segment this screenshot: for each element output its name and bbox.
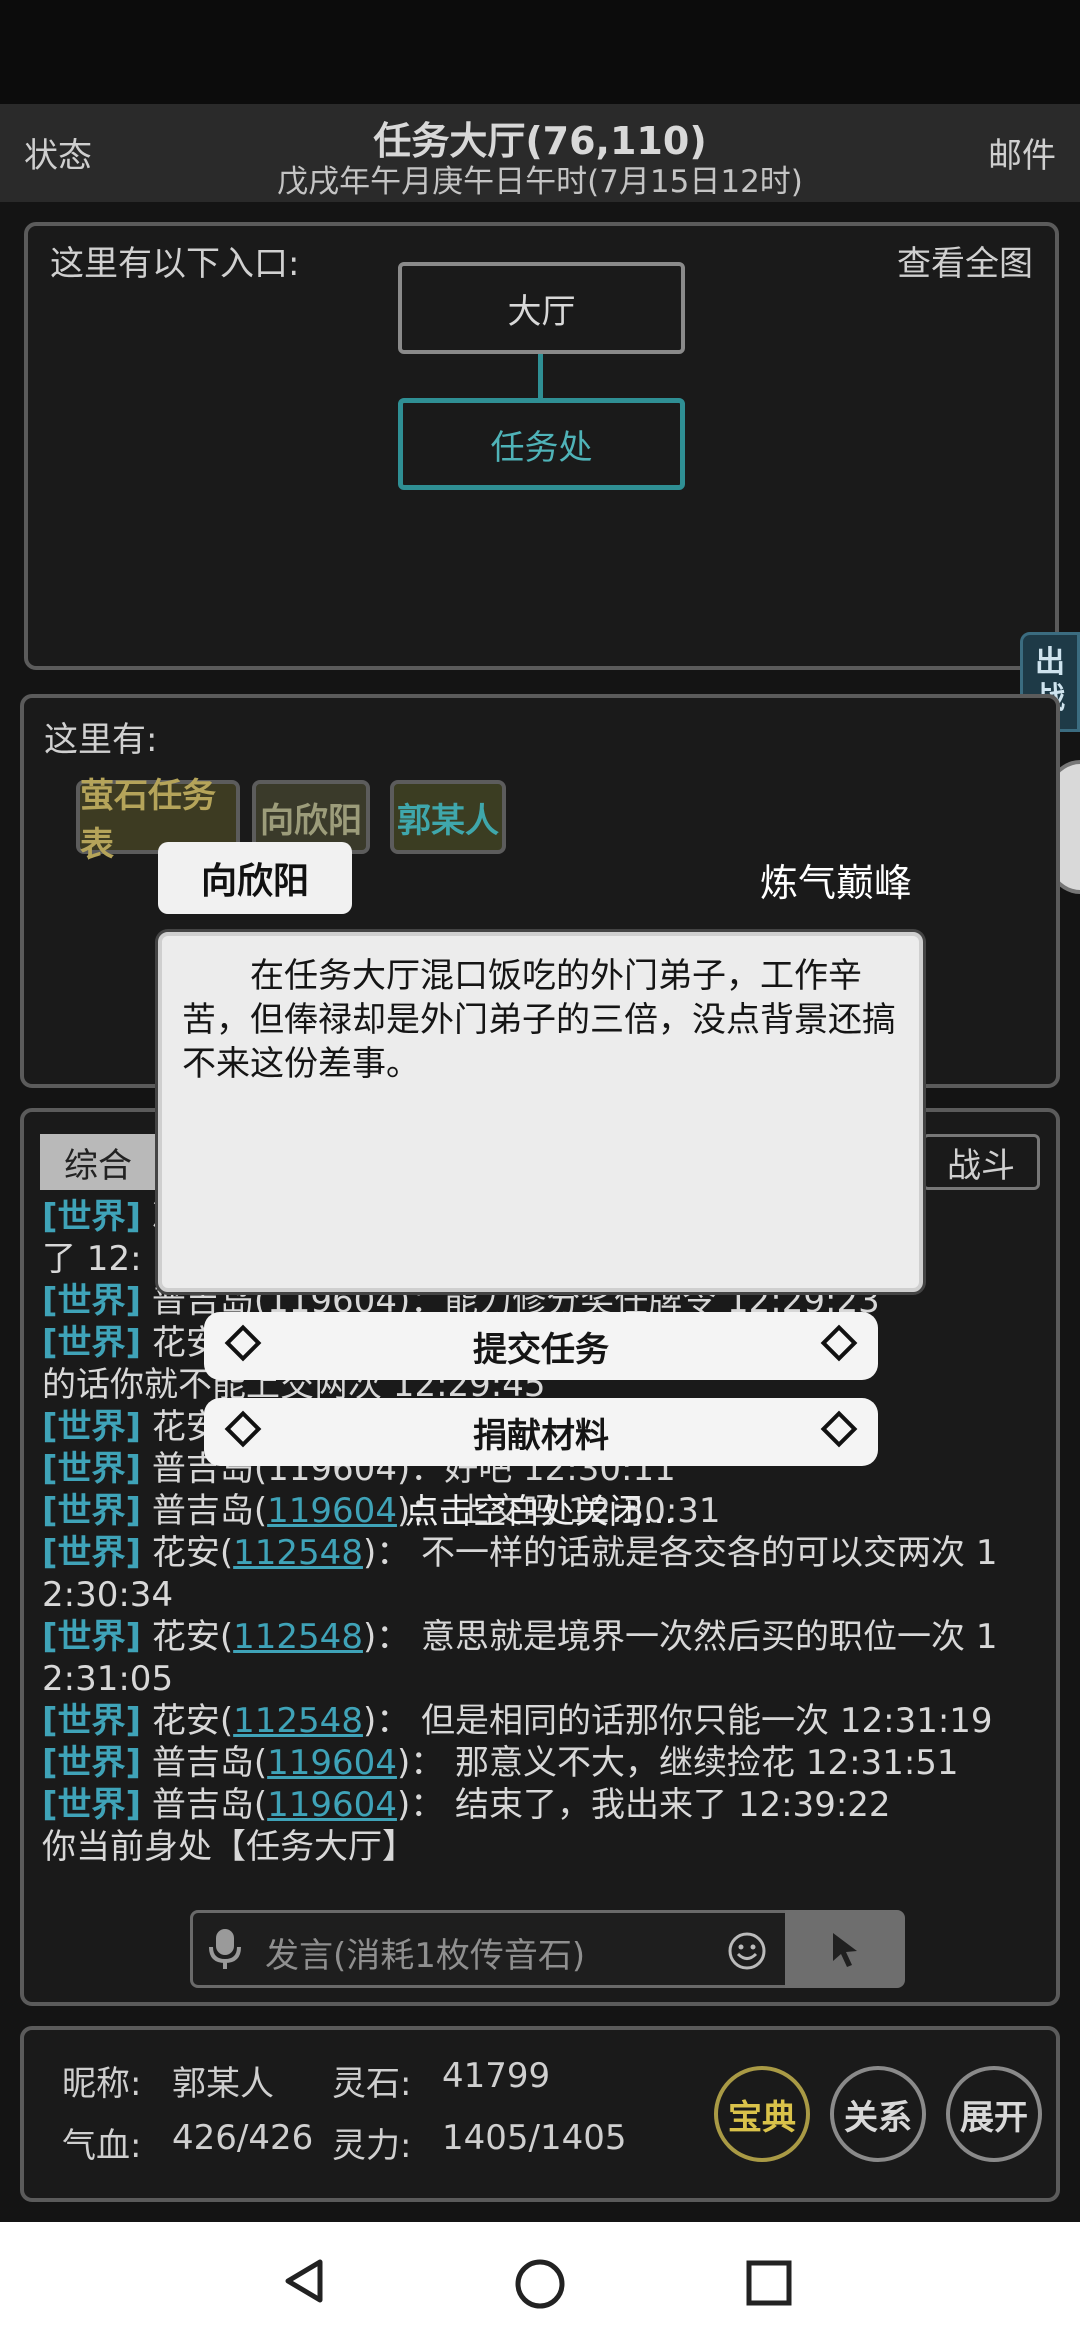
submit-task-option[interactable]: 提交任务: [204, 1312, 878, 1380]
chat-text: 但是相同的话那你只能一次 12:31:19: [421, 1701, 993, 1741]
diamond-right-icon: [820, 1410, 858, 1448]
user-id-link[interactable]: 112548: [233, 1701, 363, 1741]
chat-line: 2:31:05: [42, 1658, 1042, 1700]
channel-tag: [世界]: [42, 1785, 142, 1825]
map-node-hall[interactable]: 大厅: [398, 262, 685, 354]
chat-text: 意思就是境界一次然后买的职位一次 1: [421, 1617, 998, 1657]
chat-text: 花安(: [151, 1617, 234, 1657]
chat-text: 那意义不大，继续捡花 12:31:51: [455, 1743, 959, 1783]
spirit-stone-label: 灵石:: [332, 2064, 412, 2104]
chat-text: )：: [362, 1617, 411, 1657]
hp-label: 气血:: [62, 2126, 142, 2166]
chat-text: )：: [396, 1785, 445, 1825]
channel-tag: [世界]: [42, 1743, 142, 1783]
chat-line: 2:30:34: [42, 1574, 1042, 1616]
chat-text: 2:31:05: [42, 1659, 174, 1699]
submit-task-label: 提交任务: [473, 1329, 609, 1370]
chat-line: 你当前身处【任务大厅】: [42, 1826, 1042, 1868]
channel-tag: [世界]: [42, 1407, 142, 1447]
mail-button[interactable]: 邮件: [988, 128, 1056, 177]
map-connector: [538, 354, 543, 398]
channel-tag: [世界]: [42, 1197, 142, 1237]
codex-button[interactable]: 宝典: [714, 2066, 810, 2162]
expand-button[interactable]: 展开: [946, 2066, 1042, 2162]
relations-button[interactable]: 关系: [830, 2066, 926, 2162]
game-date: 戊戌年午月庚午日午时(7月15日12时): [277, 164, 803, 200]
entrance-label: 这里有以下入口:: [50, 244, 300, 284]
chat-text: 2:30:34: [42, 1575, 174, 1615]
chat-text: 了 12:: [42, 1239, 142, 1279]
here-label: 这里有:: [44, 720, 158, 760]
user-id-link[interactable]: 119604: [267, 1743, 397, 1783]
chat-text: )：: [362, 1701, 411, 1741]
diamond-left-icon: [224, 1410, 262, 1448]
chat-line: [世界] 花安(112548)： 意思就是境界一次然后买的职位一次 1: [42, 1616, 1042, 1658]
diamond-right-icon: [820, 1324, 858, 1362]
back-icon[interactable]: [280, 2256, 330, 2306]
channel-tag: [世界]: [42, 1617, 142, 1657]
channel-tag: [世界]: [42, 1281, 142, 1321]
user-id-link[interactable]: 119604: [267, 1785, 397, 1825]
chat-input-placeholder: 发言(消耗1枚传音石): [265, 1936, 586, 1976]
channel-tag: [世界]: [42, 1701, 142, 1741]
chat-line: [世界] 花安(112548)： 不一样的话就是各交各的可以交两次 1: [42, 1532, 1042, 1574]
npc-cultivation-rank: 炼气巅峰: [760, 861, 913, 905]
channel-tag: [世界]: [42, 1533, 142, 1573]
chat-text: 结束了，我出来了 12:39:22: [455, 1785, 891, 1825]
user-id-link[interactable]: 112548: [233, 1533, 363, 1573]
channel-tag: [世界]: [42, 1449, 142, 1489]
chat-text: 普吉岛(: [151, 1785, 268, 1825]
chat-text: )：: [362, 1533, 411, 1573]
mp-value: 1405/1405: [442, 2118, 627, 2158]
send-arrow-icon: [833, 1933, 857, 1967]
home-icon[interactable]: [514, 2258, 566, 2310]
entrance-map-panel: 这里有以下入口: 查看全图 大厅 任务处: [24, 222, 1059, 670]
view-full-map-button[interactable]: 查看全图: [897, 236, 1033, 285]
nickname-value: 郭某人: [172, 2064, 274, 2104]
npc-name-tag: 向欣阳: [158, 842, 352, 914]
chat-line: [世界] 普吉岛(119604)： 结束了，我出来了 12:39:22: [42, 1784, 1042, 1826]
microphone-icon[interactable]: [207, 1927, 243, 1971]
chat-text: 花安(: [151, 1701, 234, 1741]
recents-icon[interactable]: [746, 2260, 792, 2306]
mp-label: 灵力:: [332, 2126, 412, 2166]
npc-description: 在任务大厅混口饭吃的外门弟子，工作辛苦，但俸禄却是外门弟子的三倍，没点背景还搞不…: [182, 956, 896, 1084]
system-nav-bar: [0, 2222, 1080, 2340]
chat-text: 你当前身处【任务大厅】: [42, 1827, 416, 1867]
status-bar: [0, 0, 1080, 104]
donate-materials-option[interactable]: 捐献材料: [204, 1398, 878, 1466]
user-id-link[interactable]: 112548: [233, 1617, 363, 1657]
nickname-label: 昵称:: [62, 2064, 142, 2104]
chat-line: [世界] 花安(112548)： 但是相同的话那你只能一次 12:31:19: [42, 1700, 1042, 1742]
chat-text: )：: [396, 1743, 445, 1783]
npc-dialog: 在任务大厅混口饭吃的外门弟子，工作辛苦，但俸禄却是外门弟子的三倍，没点背景还搞不…: [158, 932, 923, 1292]
chat-line: [世界] 普吉岛(119604)： 那意义不大，继续捡花 12:31:51: [42, 1742, 1042, 1784]
hp-value: 426/426: [172, 2118, 314, 2158]
chat-text: 花安(: [151, 1533, 234, 1573]
close-hint[interactable]: 点击空白处关闭...: [0, 1484, 1080, 1533]
tab-battle[interactable]: 战斗: [922, 1134, 1040, 1190]
tab-general[interactable]: 综合: [40, 1134, 156, 1190]
top-bar: 状态 任务大厅(76,110) 戊戌年午月庚午日午时(7月15日12时) 邮件: [0, 104, 1080, 202]
chip-player-guo[interactable]: 郭某人: [390, 780, 506, 854]
player-stats-panel: 昵称: 郭某人 灵石: 41799 气血: 426/426 灵力: 1405/1…: [20, 2026, 1060, 2202]
chat-text: 不一样的话就是各交各的可以交两次 1: [421, 1533, 998, 1573]
map-node-task-office[interactable]: 任务处: [398, 398, 685, 490]
send-button[interactable]: [785, 1910, 905, 1988]
chat-text: 普吉岛(: [151, 1743, 268, 1783]
spirit-stone-value: 41799: [442, 2056, 551, 2096]
chat-input[interactable]: 发言(消耗1枚传音石): [190, 1910, 905, 1988]
channel-tag: [世界]: [42, 1323, 142, 1363]
emoji-icon[interactable]: [727, 1931, 767, 1971]
donate-materials-label: 捐献材料: [473, 1415, 609, 1456]
diamond-left-icon: [224, 1324, 262, 1362]
